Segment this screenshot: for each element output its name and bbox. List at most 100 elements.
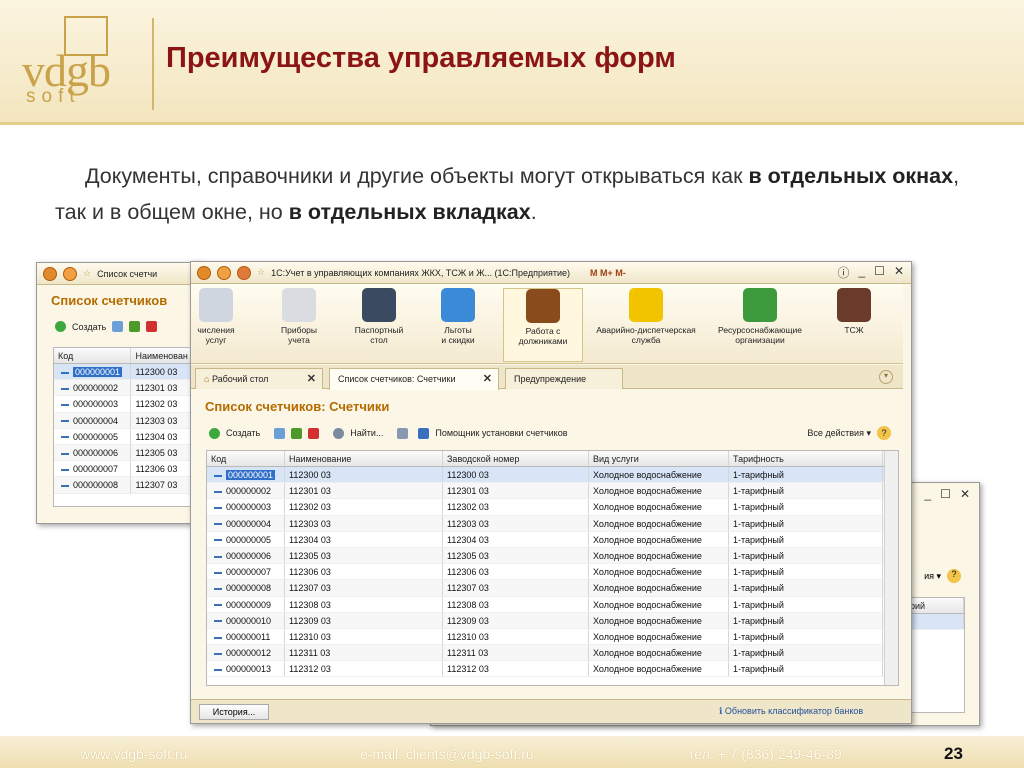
star-icon[interactable]: ☆ — [83, 268, 91, 279]
minimize-icon[interactable]: _ — [858, 264, 865, 281]
table-row[interactable]: 000000007 112306 03 112306 03 Холодное водо… — [207, 564, 898, 581]
footer-email[interactable]: e-mail: clients@vdgb-soft.ru — [360, 746, 534, 762]
table-row[interactable]: 000000005 112304 03 112304 03 Холодное водо… — [207, 531, 898, 548]
table-row[interactable]: 000000013 112312 03 112312 03 Холодное водо… — [207, 661, 898, 678]
maximize-icon[interactable]: ☐ — [874, 264, 885, 281]
right-all-actions[interactable]: ия ▾ — [924, 571, 941, 582]
tab-desktop[interactable]: ⌂ Рабочий стол ✕ — [195, 368, 323, 389]
chart-icon — [441, 288, 475, 322]
section-building[interactable]: Ресурсоснабжающие организации — [705, 288, 815, 345]
back-window-title: Список счетчи — [97, 268, 158, 279]
table-row[interactable]: 000000005 112304 03 — [54, 428, 201, 445]
right-grid[interactable]: рий — [905, 597, 965, 713]
table-row[interactable]: 000000009 112308 03 112308 03 Холодное водо… — [207, 596, 898, 613]
close-tab-icon: ✕ — [482, 373, 492, 385]
create-icon — [209, 427, 220, 439]
tabs-menu-icon[interactable]: ▾ — [879, 370, 893, 384]
table-row[interactable]: 000000002 112301 03 112301 03 Холодное водо… — [207, 483, 898, 500]
section-calculator[interactable]: числения услуг — [191, 288, 241, 345]
section-gauge[interactable]: Приборы учета — [269, 288, 329, 345]
minimize-icon[interactable]: _ — [924, 487, 931, 501]
copy-icon[interactable] — [112, 321, 124, 332]
table-row[interactable]: 000000001 112300 03 112300 03 Холодное водо… — [207, 467, 898, 484]
memory-buttons[interactable]: M M+ M- — [590, 268, 626, 278]
table-row[interactable]: 000000004 112303 03 112303 03 Холодное водо… — [207, 515, 898, 532]
col-header[interactable]: Код — [54, 348, 132, 363]
window-title: 1С:Учет в управляющих компаниях ЖКХ, ТСЖ… — [271, 267, 571, 278]
table-row[interactable]: 000000008 112307 03 112307 03 Холодное водо… — [207, 580, 898, 597]
create-button[interactable]: Создать — [226, 428, 260, 438]
window-controls: _ ☐ ✕ — [924, 487, 977, 501]
footer-phone: тел. + 7 (836) 249-46-89 — [688, 746, 842, 762]
table-row[interactable]: 000000002 112301 03 — [54, 380, 201, 397]
search-icon — [333, 427, 345, 439]
table-row[interactable]: 000000008 112307 03 — [54, 477, 201, 494]
back-create-button[interactable]: Создать — [72, 322, 106, 332]
tab-warning[interactable]: Предупреждение — [505, 368, 623, 389]
col-header[interactable]: Наименование — [285, 451, 443, 466]
table-row[interactable]: 000000006 112305 03 — [54, 444, 201, 462]
back-window-titlebar: ☆ Список счетчи — [37, 263, 200, 285]
menu-icon[interactable] — [217, 265, 231, 280]
history-button[interactable]: История... — [199, 704, 269, 720]
slide-header: vdgb soft Преимущества управляемых форм — [0, 0, 1024, 125]
nav-icon[interactable] — [237, 265, 251, 280]
section-chart[interactable]: Льготы и скидки — [423, 288, 493, 345]
all-actions-button[interactable]: Все действия ▾ — [807, 428, 871, 439]
footer-site[interactable]: www.vdgb-soft.ru — [80, 746, 187, 762]
close-icon[interactable]: ✕ — [960, 487, 970, 501]
text-bold: в отдельных окнах — [748, 164, 954, 188]
install-helper-button[interactable]: Помощник установки счетчиков — [435, 428, 567, 438]
close-tab-icon: ✕ — [306, 373, 316, 385]
table-row[interactable]: 000000003 112302 03 — [54, 396, 201, 413]
edit-icon[interactable] — [129, 321, 141, 332]
table-row[interactable]: 000000004 112303 03 — [54, 412, 201, 429]
col-header[interactable]: Заводской номер — [443, 451, 589, 466]
close-icon[interactable]: ✕ — [894, 264, 904, 281]
table-row[interactable]: 000000007 112306 03 — [54, 461, 201, 478]
slide-title: Преимущества управляемых форм — [166, 42, 676, 74]
tab-meters[interactable]: Список счетчиков: Счетчики ✕ — [329, 368, 499, 390]
update-banks-link[interactable]: ℹ Обновить классификатор банков — [719, 706, 863, 717]
back-window: ☆ Список счетчи Список счетчиков Создать… — [36, 262, 202, 524]
gavel-icon — [526, 289, 560, 323]
section-passport[interactable]: Паспортный стол — [339, 288, 419, 345]
edit-icon[interactable] — [291, 427, 303, 439]
col-header[interactable]: Код — [207, 451, 285, 466]
table-row[interactable]: 000000003 112302 03 112302 03 Холодное водо… — [207, 499, 898, 516]
grid-scrollbar[interactable] — [884, 451, 898, 685]
section-people[interactable]: ТСЖ — [819, 288, 889, 335]
text-bold: в отдельных вкладках — [288, 200, 531, 224]
section-gavel[interactable]: Работа с должниками — [503, 288, 583, 362]
create-icon — [55, 321, 66, 332]
help-icon[interactable]: ? — [877, 426, 891, 440]
slide-text: Документы, справочники и другие объекты … — [55, 158, 995, 230]
app-icon — [43, 266, 57, 281]
col-header[interactable]: Вид услуги — [589, 451, 729, 466]
delete-icon[interactable] — [146, 321, 158, 332]
page-number: 23 — [944, 744, 963, 763]
back-grid[interactable]: Код Наименован 000000001 112300 03 00000000… — [53, 347, 202, 507]
table-row[interactable]: 000000001 112300 03 — [54, 364, 201, 381]
table-row[interactable]: 000000011 112310 03 112310 03 Холодное водо… — [207, 628, 898, 646]
maximize-icon[interactable]: ☐ — [940, 487, 951, 501]
help-icon[interactable]: ? — [947, 569, 961, 583]
col-header[interactable]: Тарифность — [729, 451, 883, 466]
info-icon[interactable]: ⓘ — [837, 264, 849, 281]
helmet-icon — [629, 288, 663, 322]
table-row[interactable]: 000000010 112309 03 112309 03 Холодное водо… — [207, 612, 898, 629]
cancel-search-icon[interactable] — [397, 427, 409, 439]
people-icon — [837, 288, 871, 322]
find-button[interactable]: Найти... — [350, 428, 383, 438]
gauge-icon — [282, 288, 316, 322]
section-helmet[interactable]: Аварийно-диспетчерская служба — [591, 288, 701, 345]
col-header[interactable]: рий — [906, 598, 964, 613]
table-row[interactable]: 000000006 112305 03 112305 03 Холодное водо… — [207, 547, 898, 565]
star-icon[interactable]: ☆ — [257, 267, 265, 278]
meters-grid[interactable]: Код Наименование Заводской номер Вид услуги… — [206, 450, 899, 686]
copy-icon[interactable] — [274, 427, 286, 439]
delete-icon[interactable] — [308, 427, 320, 439]
menu-icon[interactable] — [63, 266, 77, 281]
table-row[interactable]: 000000012 112311 03 112311 03 Холодное водо… — [207, 645, 898, 662]
status-bar: История... ℹ Обновить классификатор банк… — [191, 699, 911, 723]
